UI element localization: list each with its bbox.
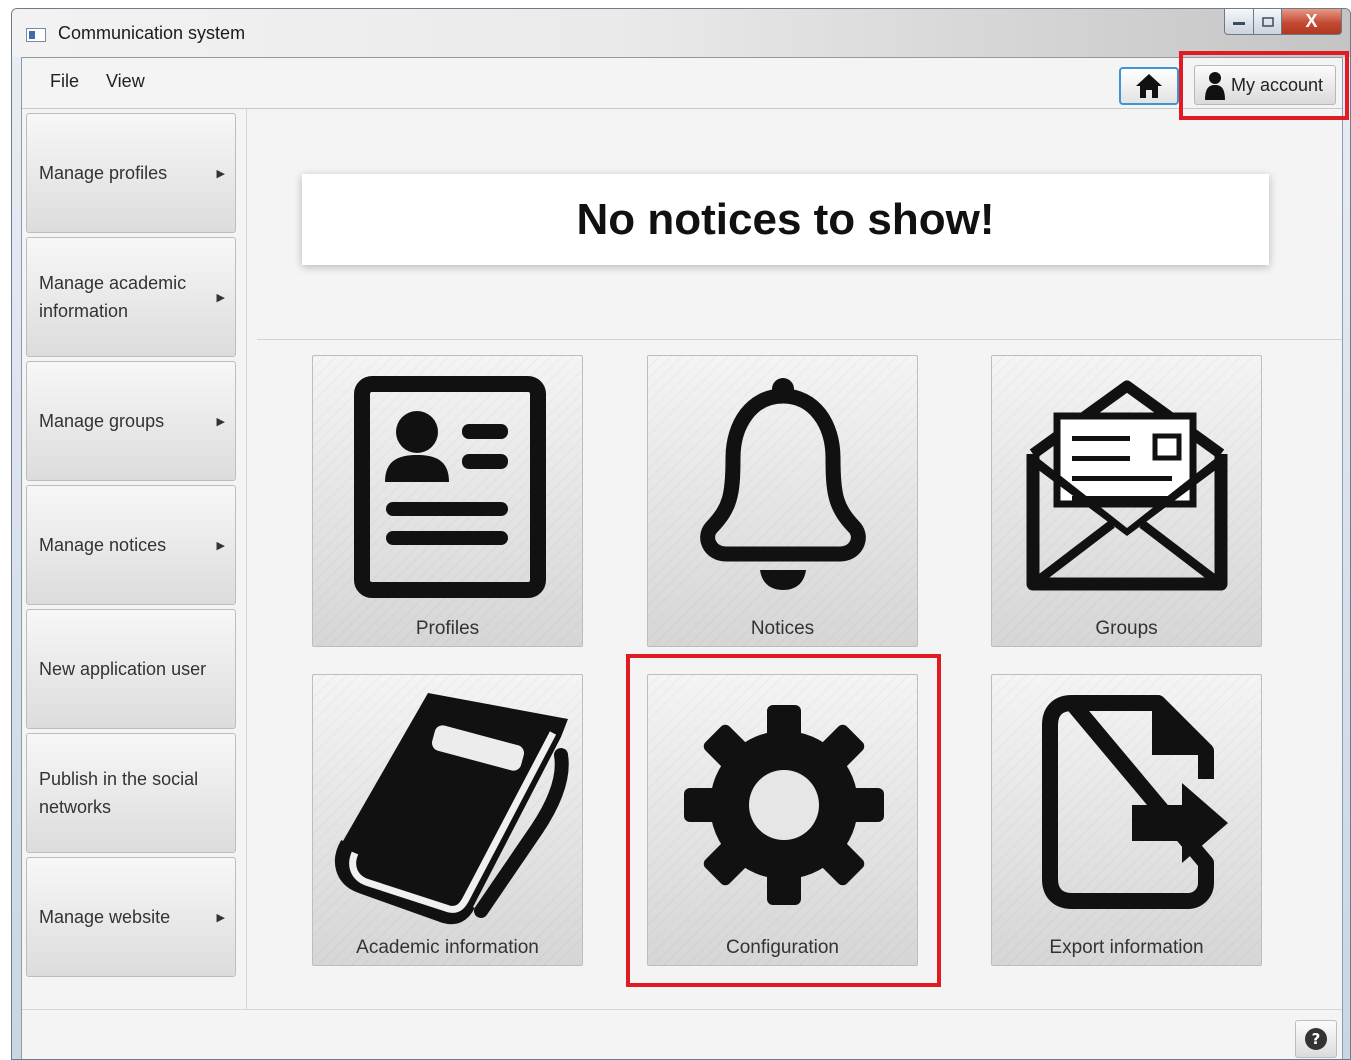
sidebar-item-label: New application user	[39, 659, 207, 679]
sidebar-item-label: Manage groups	[39, 411, 165, 431]
tile-label: Configuration	[725, 937, 840, 958]
tile-notices[interactable]: Notices	[647, 355, 918, 647]
title-bar[interactable]: Communication system X	[12, 9, 1350, 57]
submenu-arrow-icon: ▶	[216, 167, 225, 180]
sidebar-item-label: Publish in the social networks	[39, 769, 199, 817]
sidebar-item-manage-groups[interactable]: Manage groups ▶	[26, 361, 236, 481]
sidebar-item-label: Manage academic information	[39, 273, 187, 321]
gear-icon	[684, 705, 884, 905]
menu-file[interactable]: File	[50, 71, 79, 92]
my-account-label: My account	[1231, 74, 1324, 95]
maximize-button[interactable]	[1254, 9, 1282, 35]
close-icon: X	[1305, 11, 1318, 31]
profile-card-icon	[354, 376, 546, 598]
sidebar-item-manage-website[interactable]: Manage website ▶	[26, 857, 236, 977]
sidebar-item-manage-notices[interactable]: Manage notices ▶	[26, 485, 236, 605]
sidebar-item-manage-profiles[interactable]: Manage profiles ▶	[26, 113, 236, 233]
home-button[interactable]	[1119, 67, 1179, 105]
minimize-button[interactable]	[1224, 9, 1254, 35]
maximize-icon	[1261, 16, 1274, 27]
help-icon: ?	[1305, 1028, 1327, 1050]
tile-label: Groups	[1095, 618, 1158, 639]
sidebar-item-new-application-user[interactable]: New application user	[26, 609, 236, 729]
minimize-icon	[1233, 21, 1245, 25]
window-controls: X	[1224, 9, 1342, 39]
footer-divider	[22, 1009, 1342, 1010]
tile-label: Profiles	[415, 618, 480, 639]
sidebar-item-manage-academic-information[interactable]: Manage academic information ▶	[26, 237, 236, 357]
export-file-icon	[1042, 695, 1228, 909]
tile-academic-information[interactable]: Academic information	[312, 674, 583, 966]
close-button[interactable]: X	[1282, 9, 1342, 35]
help-button[interactable]: ?	[1295, 1020, 1337, 1058]
user-icon	[1205, 72, 1225, 100]
notice-banner: No notices to show!	[302, 174, 1269, 265]
sidebar-item-label: Manage profiles	[39, 163, 168, 183]
tile-configuration[interactable]: Configuration	[647, 674, 918, 966]
main-panel: File View My account Manage profiles ▶ M…	[21, 57, 1343, 1059]
sidebar-item-publish-social-networks[interactable]: Publish in the social networks	[26, 733, 236, 853]
divider	[257, 339, 1342, 340]
menu-view[interactable]: View	[106, 71, 145, 92]
app-window: Communication system X File View My acco…	[11, 8, 1351, 1060]
home-icon	[1136, 74, 1162, 98]
tile-profiles[interactable]: Profiles	[312, 355, 583, 647]
submenu-arrow-icon: ▶	[216, 539, 225, 552]
window-title: Communication system	[58, 23, 246, 43]
envelope-icon	[1026, 380, 1228, 591]
tile-label: Notices	[750, 618, 815, 639]
sidebar-item-label: Manage notices	[39, 535, 167, 555]
tile-label: Export information	[1049, 937, 1204, 958]
book-icon	[334, 693, 569, 925]
submenu-arrow-icon: ▶	[216, 291, 225, 304]
my-account-button[interactable]: My account	[1194, 65, 1336, 105]
menu-bar: File View My account	[22, 58, 1342, 109]
app-icon	[26, 28, 46, 42]
sidebar: Manage profiles ▶ Manage academic inform…	[22, 109, 247, 1009]
notice-message: No notices to show!	[576, 194, 995, 244]
svg-text:?: ?	[1312, 1030, 1321, 1048]
tile-groups[interactable]: Groups	[991, 355, 1262, 647]
submenu-arrow-icon: ▶	[216, 911, 225, 924]
submenu-arrow-icon: ▶	[216, 415, 225, 428]
tile-label: Academic information	[356, 937, 539, 958]
sidebar-item-label: Manage website	[39, 907, 171, 927]
tile-export-information[interactable]: Export information	[991, 674, 1262, 966]
bell-icon	[700, 378, 866, 590]
